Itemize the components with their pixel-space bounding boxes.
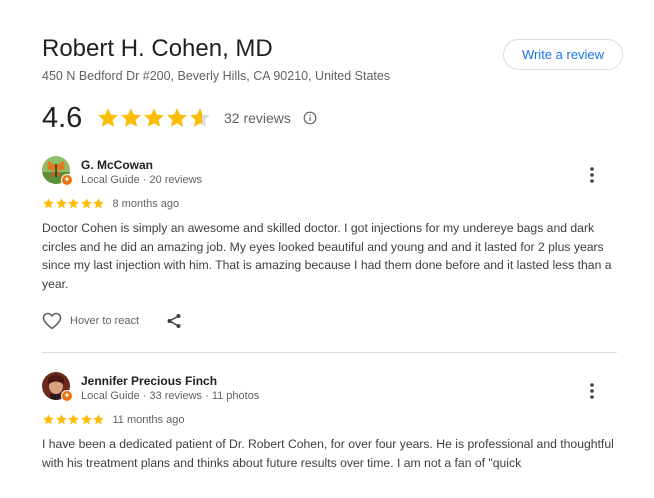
share-icon[interactable] xyxy=(166,313,182,329)
review-rating: 8 months ago xyxy=(42,197,179,210)
star-icon xyxy=(55,413,68,426)
reviews-count[interactable]: 32 reviews xyxy=(224,110,291,126)
place-address: 450 N Bedford Dr #200, Beverly Hills, CA… xyxy=(42,69,391,83)
reviewer-name[interactable]: Jennifer Precious Finch xyxy=(81,374,217,388)
rating-summary: 4.6 32 reviews xyxy=(42,100,317,136)
star-icon xyxy=(55,197,68,210)
star-icon xyxy=(67,413,80,426)
review-time: 11 months ago xyxy=(112,413,185,426)
star-icon xyxy=(42,197,55,210)
local-guide-badge-icon: ✦ xyxy=(61,390,73,402)
rating-stars xyxy=(96,106,211,130)
heart-icon[interactable] xyxy=(42,312,62,330)
more-options-icon[interactable] xyxy=(583,165,601,185)
more-options-icon[interactable] xyxy=(583,381,601,401)
write-review-button[interactable]: Write a review xyxy=(503,39,623,70)
star-icon xyxy=(142,106,166,130)
star-icon xyxy=(92,197,105,210)
review-text: I have been a dedicated patient of Dr. R… xyxy=(42,437,614,470)
review-rating: 11 months ago xyxy=(42,413,184,426)
review-divider xyxy=(42,352,617,353)
reviewer-meta: Local Guide · 33 reviews · 11 photos xyxy=(81,390,260,402)
star-icon xyxy=(42,413,55,426)
local-guide-badge-icon: ✦ xyxy=(61,174,73,186)
star-icon xyxy=(119,106,143,130)
star-icon xyxy=(96,106,120,130)
rating-value: 4.6 xyxy=(42,101,83,134)
review-actions: Hover to react xyxy=(42,312,182,330)
review-time: 8 months ago xyxy=(112,197,180,210)
review-stars xyxy=(42,413,105,426)
reviewer-name[interactable]: G. McCowan xyxy=(81,158,153,172)
review-stars xyxy=(42,197,105,210)
star-icon xyxy=(188,106,212,130)
react-label: Hover to react xyxy=(70,315,140,327)
star-icon xyxy=(92,413,105,426)
star-icon xyxy=(165,106,189,130)
avatar[interactable]: ✦ xyxy=(42,156,73,186)
reviewer-meta: Local Guide · 20 reviews xyxy=(81,174,203,186)
review-text: Doctor Cohen is simply an awesome and sk… xyxy=(42,221,612,291)
star-icon xyxy=(80,197,93,210)
avatar[interactable]: ✦ xyxy=(42,372,73,402)
info-icon[interactable] xyxy=(303,111,317,125)
star-icon xyxy=(80,413,93,426)
star-icon xyxy=(67,197,80,210)
